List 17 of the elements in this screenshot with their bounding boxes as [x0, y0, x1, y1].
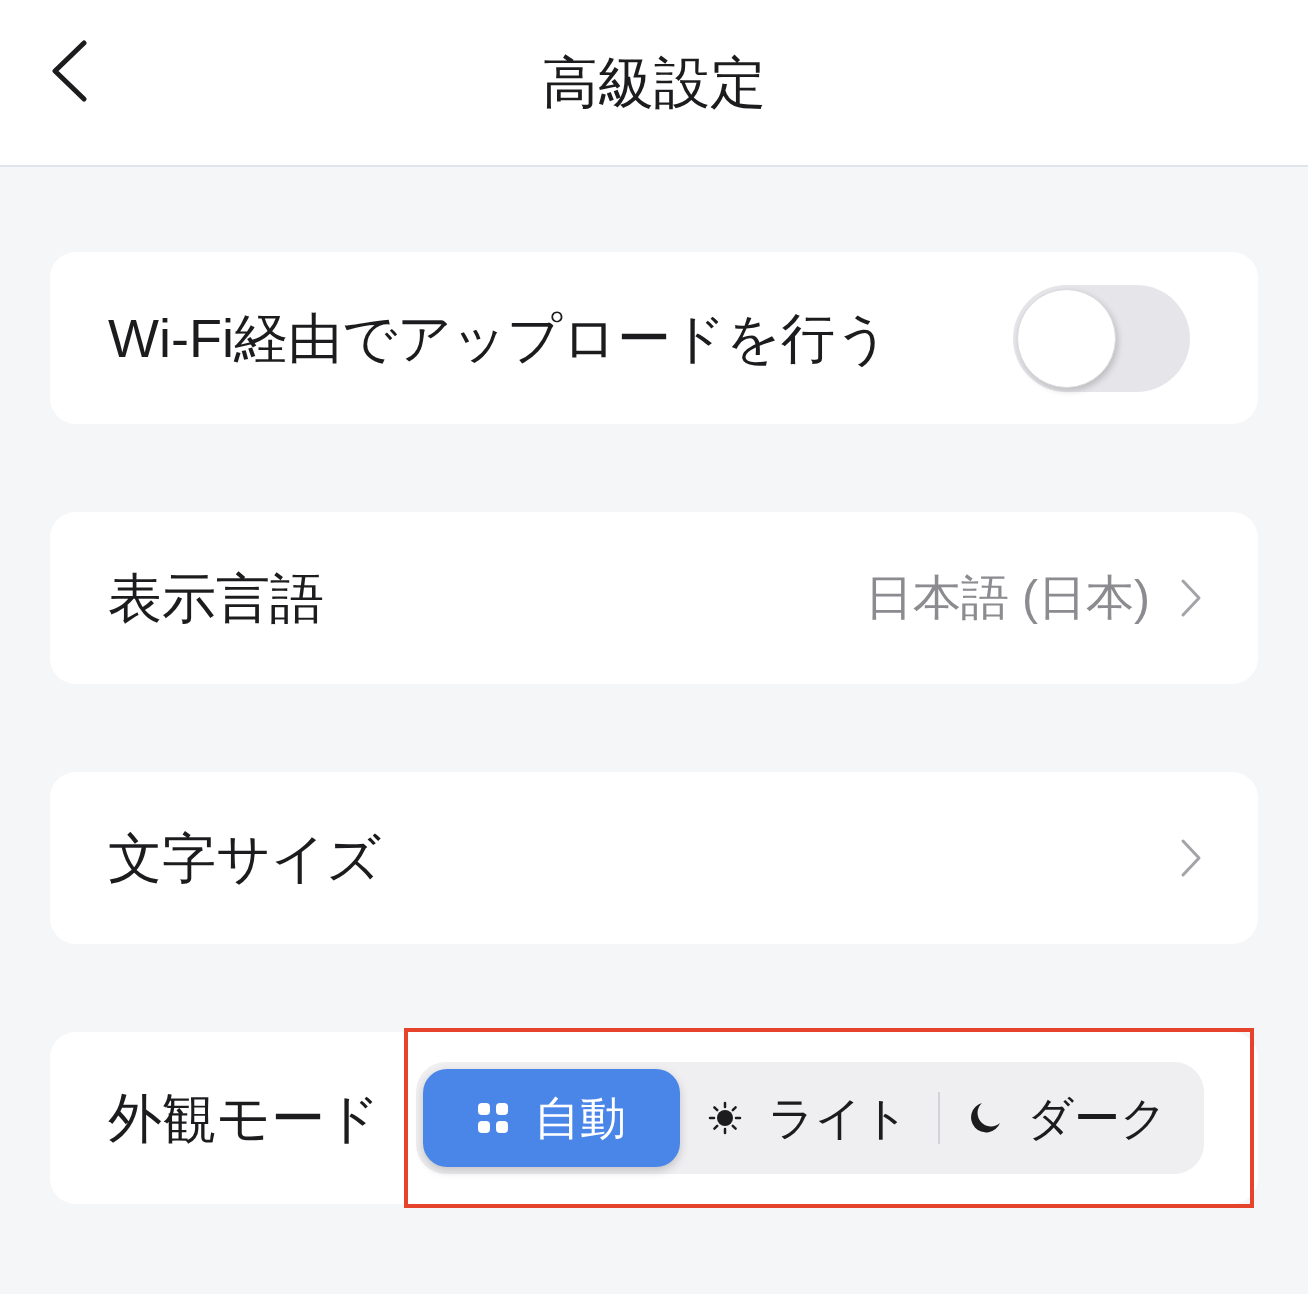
setting-value: 日本語 (日本) — [864, 574, 1150, 622]
setting-label: 表示言語 — [108, 571, 324, 625]
page-title: 高級設定 — [542, 54, 766, 111]
setting-label: 文字サイズ — [108, 831, 381, 885]
segment-tab[interactable]: ライト — [680, 1069, 938, 1167]
settings-card[interactable]: 文字サイズ — [50, 772, 1258, 944]
setting-label: Wi-Fi経由でアップロードを行う — [108, 311, 890, 365]
segment-tab[interactable]: ダーク — [939, 1069, 1197, 1167]
sun-icon — [708, 1101, 743, 1135]
four-dots-icon — [477, 1103, 508, 1133]
settings-card[interactable]: 表示言語 日本語 (日本) — [50, 512, 1258, 684]
setting-label: 外観モード — [108, 1091, 380, 1145]
segment-tab[interactable]: 自動 — [423, 1069, 681, 1167]
chevron-right-icon — [1180, 838, 1202, 878]
back-icon[interactable] — [50, 40, 88, 102]
moon-icon — [969, 1102, 1002, 1134]
chevron-right-icon — [1180, 578, 1202, 618]
